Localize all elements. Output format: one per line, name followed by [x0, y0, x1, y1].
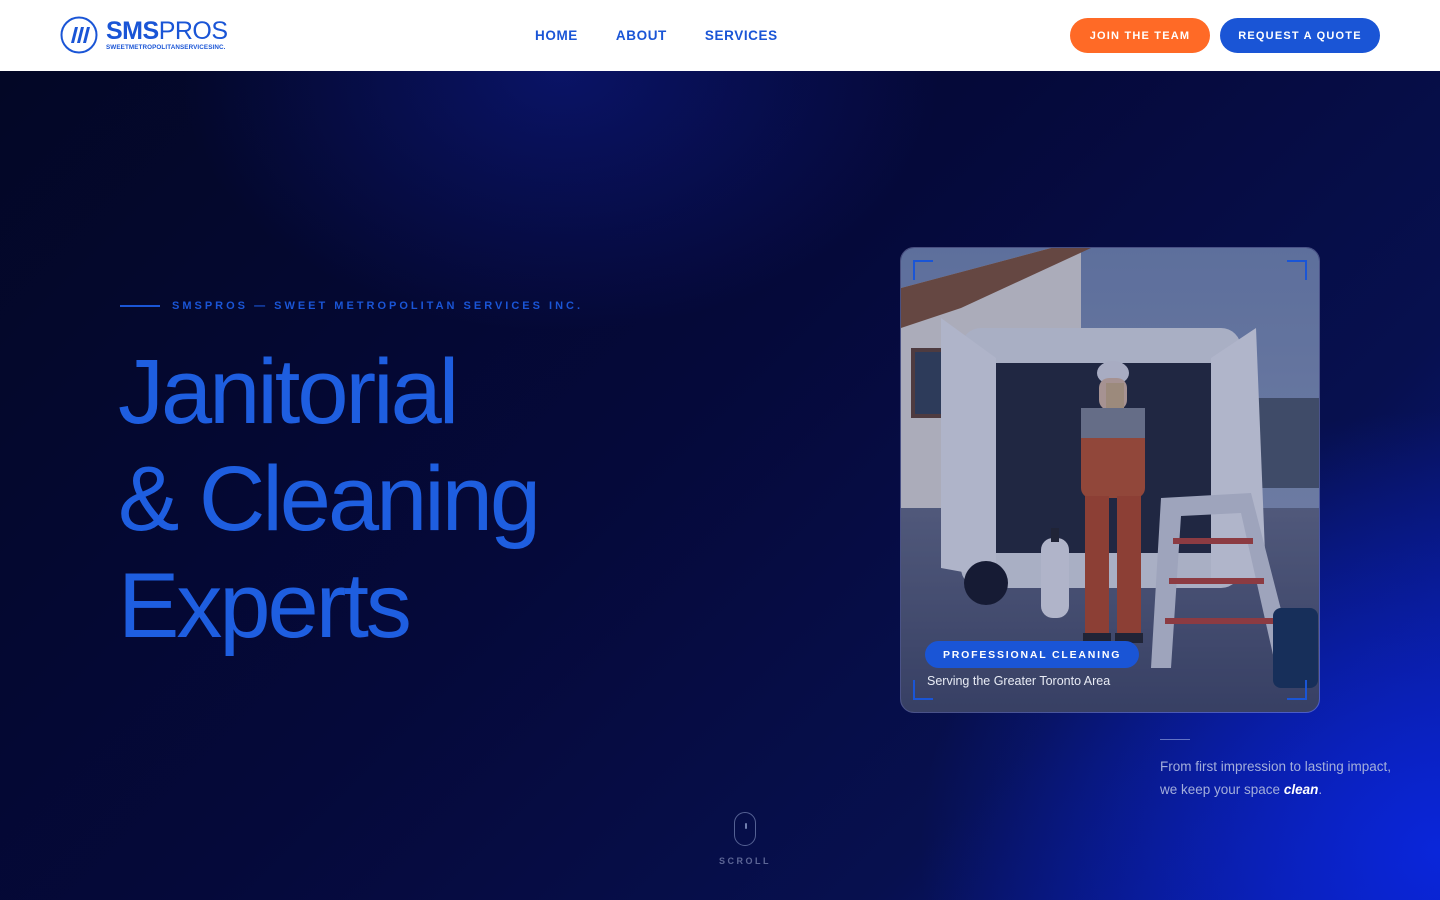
hero-eyebrow: SMSPROS — SWEET METROPOLITAN SERVICES IN…: [120, 300, 583, 312]
eyebrow-divider: [120, 305, 160, 307]
frame-corner-top-left: [913, 260, 933, 280]
professional-cleaning-badge: PROFESSIONAL CLEANING: [925, 641, 1140, 668]
headline-line-2: & Cleaning: [118, 448, 541, 550]
logo-stripes-icon: [60, 16, 98, 54]
nav-about[interactable]: ABOUT: [616, 28, 667, 43]
logo-subtitle: SWEETMETROPOLITANSERVICESINC.: [106, 44, 226, 51]
scroll-indicator[interactable]: SCROLL: [718, 812, 772, 866]
headline-line-3: Experts: [118, 555, 412, 657]
frame-corner-bottom-right: [1287, 680, 1307, 700]
nav-home[interactable]: HOME: [535, 28, 578, 43]
hero-headline: Janitorial & Cleaning Experts: [118, 339, 541, 660]
scroll-label: SCROLL: [719, 856, 771, 866]
join-the-team-button[interactable]: JOIN THE TEAM: [1070, 18, 1210, 53]
hero-photo-card: PROFESSIONAL CLEANING Serving the Greate…: [900, 247, 1320, 713]
tagline-divider: [1160, 739, 1190, 740]
eyebrow-text: SMSPROS — SWEET METROPOLITAN SERVICES IN…: [172, 300, 584, 312]
headline-line-1: Janitorial: [118, 341, 459, 443]
logo-link[interactable]: SMSPROS SWEETMETROPOLITANSERVICESINC.: [60, 16, 228, 54]
service-area-caption: Serving the Greater Toronto Area: [927, 674, 1111, 688]
mouse-scroll-icon: [734, 812, 756, 846]
request-quote-button[interactable]: REQUEST A QUOTE: [1220, 18, 1380, 53]
frame-corner-top-right: [1287, 260, 1307, 280]
hero-tagline: From first impression to lasting impact,…: [1160, 759, 1392, 797]
hero-section: SMSPROS — SWEET METROPOLITAN SERVICES IN…: [0, 71, 1440, 900]
site-header: SMSPROS SWEETMETROPOLITANSERVICESINC. HO…: [0, 0, 1440, 71]
main-nav: HOME ABOUT SERVICES: [535, 28, 816, 43]
nav-services[interactable]: SERVICES: [705, 28, 778, 43]
logo-wordmark: SMSPROS: [106, 17, 228, 45]
tagline-emphasis: clean: [1283, 782, 1319, 797]
